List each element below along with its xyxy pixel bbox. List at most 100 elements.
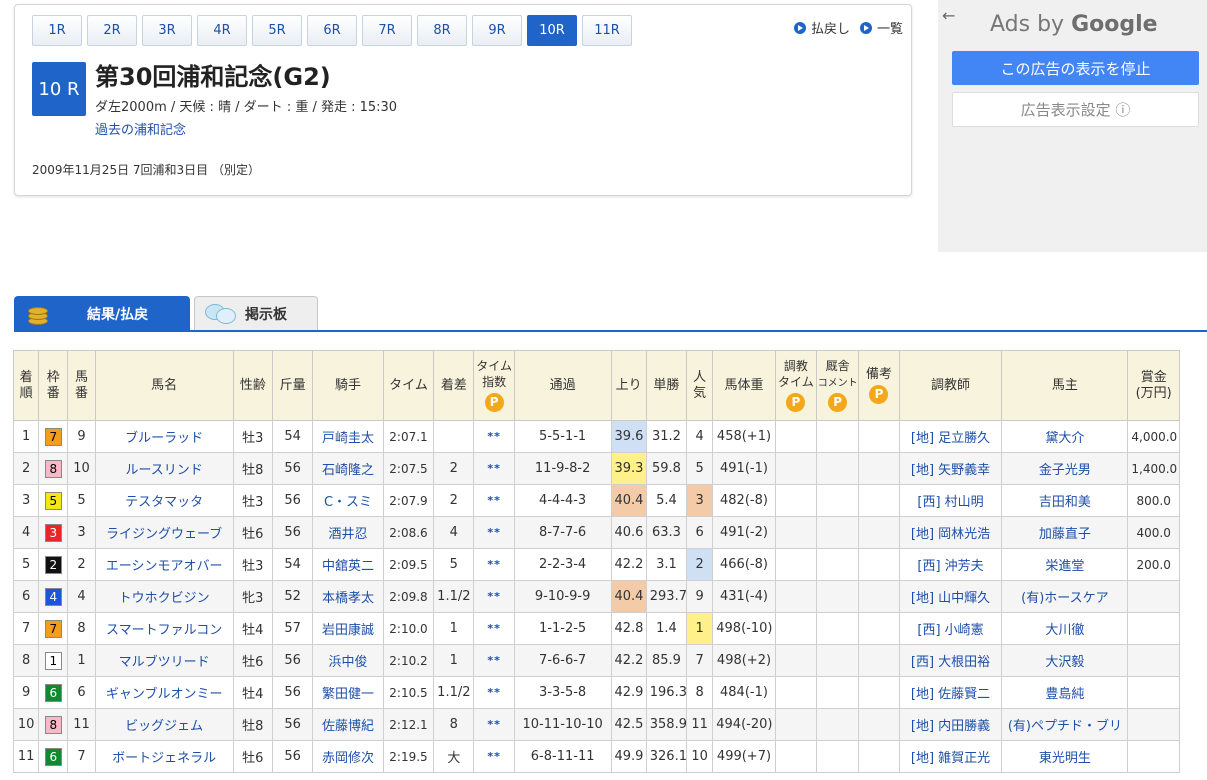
horse-name-link[interactable]: スマートファルコン <box>94 612 234 645</box>
jockey-link[interactable]: C・スミ <box>312 484 384 517</box>
trainer-link[interactable]: [西] 沖芳夫 <box>898 548 1003 581</box>
waku-cell: 6 <box>38 740 69 773</box>
popularity-cell: 4 <box>686 420 714 453</box>
owner-link[interactable]: (有)ペプチド・ブリ <box>1001 708 1129 741</box>
list-link[interactable]: 一覧 <box>859 18 903 37</box>
past-races-link[interactable]: 過去の浦和記念 <box>95 119 186 138</box>
jockey-link[interactable]: 戸崎圭太 <box>312 420 384 453</box>
race-nav-button[interactable]: 1R <box>32 15 82 46</box>
trainer-link[interactable]: [地] 雑賀正光 <box>898 740 1003 773</box>
stable-comment-cell <box>816 708 860 741</box>
body-weight-cell: 484(-1) <box>712 676 776 709</box>
time-index-value[interactable]: ** <box>487 590 501 603</box>
stable-comment-cell <box>816 452 860 485</box>
race-nav-button[interactable]: 11R <box>582 15 632 46</box>
time-index-value[interactable]: ** <box>487 462 501 475</box>
trainer-link[interactable]: [地] 内田勝義 <box>898 708 1003 741</box>
time-index-value[interactable]: ** <box>487 558 501 571</box>
owner-link[interactable]: 大沢毅 <box>1001 644 1129 677</box>
waku-cell: 2 <box>38 548 69 581</box>
race-nav-button[interactable]: 9R <box>472 15 522 46</box>
col-last3f: 上り <box>610 350 647 421</box>
trainer-link[interactable]: [西] 小崎憲 <box>898 612 1003 645</box>
race-nav-button[interactable]: 5R <box>252 15 302 46</box>
owner-link[interactable]: (有)ホースケア <box>1001 580 1129 613</box>
jockey-link[interactable]: 浜中俊 <box>312 644 384 677</box>
race-nav-button[interactable]: 8R <box>417 15 467 46</box>
prize-cell: 200.0 <box>1127 548 1180 581</box>
trainer-link[interactable]: [地] 山中輝久 <box>898 580 1003 613</box>
odds-cell: 326.1 <box>645 740 688 773</box>
ad-settings-button[interactable]: 広告表示設定 ⓘ <box>952 92 1199 127</box>
trainer-link[interactable]: [地] 佐藤賢二 <box>898 676 1003 709</box>
jockey-link[interactable]: 佐藤博紀 <box>312 708 384 741</box>
tab-result[interactable]: 結果/払戻 <box>14 296 190 330</box>
jockey-link[interactable]: 岩田康誠 <box>312 612 384 645</box>
horse-name-link[interactable]: ボートジェネラル <box>94 740 234 773</box>
jockey-link[interactable]: 中舘英二 <box>312 548 384 581</box>
horse-name-link[interactable]: マルブツリード <box>94 644 234 677</box>
time-index-value[interactable]: ** <box>487 622 501 635</box>
trainer-link[interactable]: [西] 大根田裕 <box>898 644 1003 677</box>
owner-link[interactable]: 東光明生 <box>1001 740 1129 773</box>
tab-board[interactable]: 掲示板 <box>194 296 318 330</box>
payout-link[interactable]: 払戻し <box>793 18 850 37</box>
race-nav-button[interactable]: 2R <box>87 15 137 46</box>
jockey-link[interactable]: 赤岡修次 <box>312 740 384 773</box>
training-time-cell <box>774 420 818 453</box>
horse-name-link[interactable]: テスタマッタ <box>94 484 234 517</box>
premium-p-icon[interactable] <box>828 392 848 412</box>
horse-name-link[interactable]: トウホクビジン <box>94 580 234 613</box>
stop-ad-button[interactable]: この広告の表示を停止 <box>952 51 1199 85</box>
horse-name-link[interactable]: ブルーラッド <box>94 420 234 453</box>
table-row: 7 7 8 スマートファルコン 牡4 57 岩田康誠 2:10.0 1 ** 1-1-2-5 42.8… <box>12 612 1180 645</box>
jockey-link[interactable]: 酒井忍 <box>312 516 384 549</box>
race-header-box: 1R 2R 3R 4R 5R 6R 7R 8R 9R 10R 11R 払戻し 一覧 10 R 第30… <box>14 4 912 196</box>
back-arrow-icon[interactable]: ← <box>942 6 955 25</box>
trainer-link[interactable]: [地] 足立勝久 <box>898 420 1003 453</box>
col-sex-age: 性齢 <box>232 350 273 421</box>
horse-name-link[interactable]: エーシンモアオバー <box>94 548 234 581</box>
owner-link[interactable]: 吉田和美 <box>1001 484 1129 517</box>
premium-p-icon[interactable] <box>484 392 504 412</box>
horse-name-link[interactable]: ビッグジェム <box>94 708 234 741</box>
owner-link[interactable]: 加藤直子 <box>1001 516 1129 549</box>
trainer-link[interactable]: [西] 村山明 <box>898 484 1003 517</box>
race-nav-button[interactable]: 6R <box>307 15 357 46</box>
jockey-link[interactable]: 本橋孝太 <box>312 580 384 613</box>
horse-name-link[interactable]: ライジングウェーブ <box>94 516 234 549</box>
owner-link[interactable]: 栄進堂 <box>1001 548 1129 581</box>
premium-p-icon[interactable] <box>786 392 806 412</box>
jockey-link[interactable]: 繁田健一 <box>312 676 384 709</box>
race-nav-button[interactable]: 7R <box>362 15 412 46</box>
trainer-link[interactable]: [地] 矢野義幸 <box>898 452 1003 485</box>
owner-link[interactable]: 金子光男 <box>1001 452 1129 485</box>
owner-link[interactable]: 豊島純 <box>1001 676 1129 709</box>
time-index-value[interactable]: ** <box>487 526 501 539</box>
owner-link[interactable]: 大川徹 <box>1001 612 1129 645</box>
time-index-value[interactable]: ** <box>487 654 501 667</box>
trainer-link[interactable]: [地] 岡林光浩 <box>898 516 1003 549</box>
col-waku: 枠番 <box>38 350 69 421</box>
tabs: 結果/払戻 掲示板 <box>14 296 318 330</box>
umaban-cell: 7 <box>67 740 96 773</box>
horse-name-link[interactable]: ルースリンド <box>94 452 234 485</box>
race-nav-button[interactable]: 4R <box>197 15 247 46</box>
waku-badge: 2 <box>44 555 62 574</box>
jockey-link[interactable]: 石崎隆之 <box>312 452 384 485</box>
time-index-value[interactable]: ** <box>487 750 501 763</box>
prize-cell: 400.0 <box>1127 516 1180 549</box>
owner-link[interactable]: 黛大介 <box>1001 420 1129 453</box>
race-nav-button[interactable]: 3R <box>142 15 192 46</box>
premium-p-icon[interactable] <box>869 384 889 404</box>
horse-name-link[interactable]: ギャンブルオンミー <box>94 676 234 709</box>
time-index-value[interactable]: ** <box>487 494 501 507</box>
time-index-value[interactable]: ** <box>487 430 501 443</box>
body-weight-cell: 498(+2) <box>712 644 776 677</box>
race-nav-button[interactable]: 10R <box>527 15 577 46</box>
time-index-value[interactable]: ** <box>487 686 501 699</box>
waku-cell: 7 <box>38 420 69 453</box>
stable-comment-cell <box>816 420 860 453</box>
rank-cell: 5 <box>12 548 40 581</box>
time-index-value[interactable]: ** <box>487 718 501 731</box>
